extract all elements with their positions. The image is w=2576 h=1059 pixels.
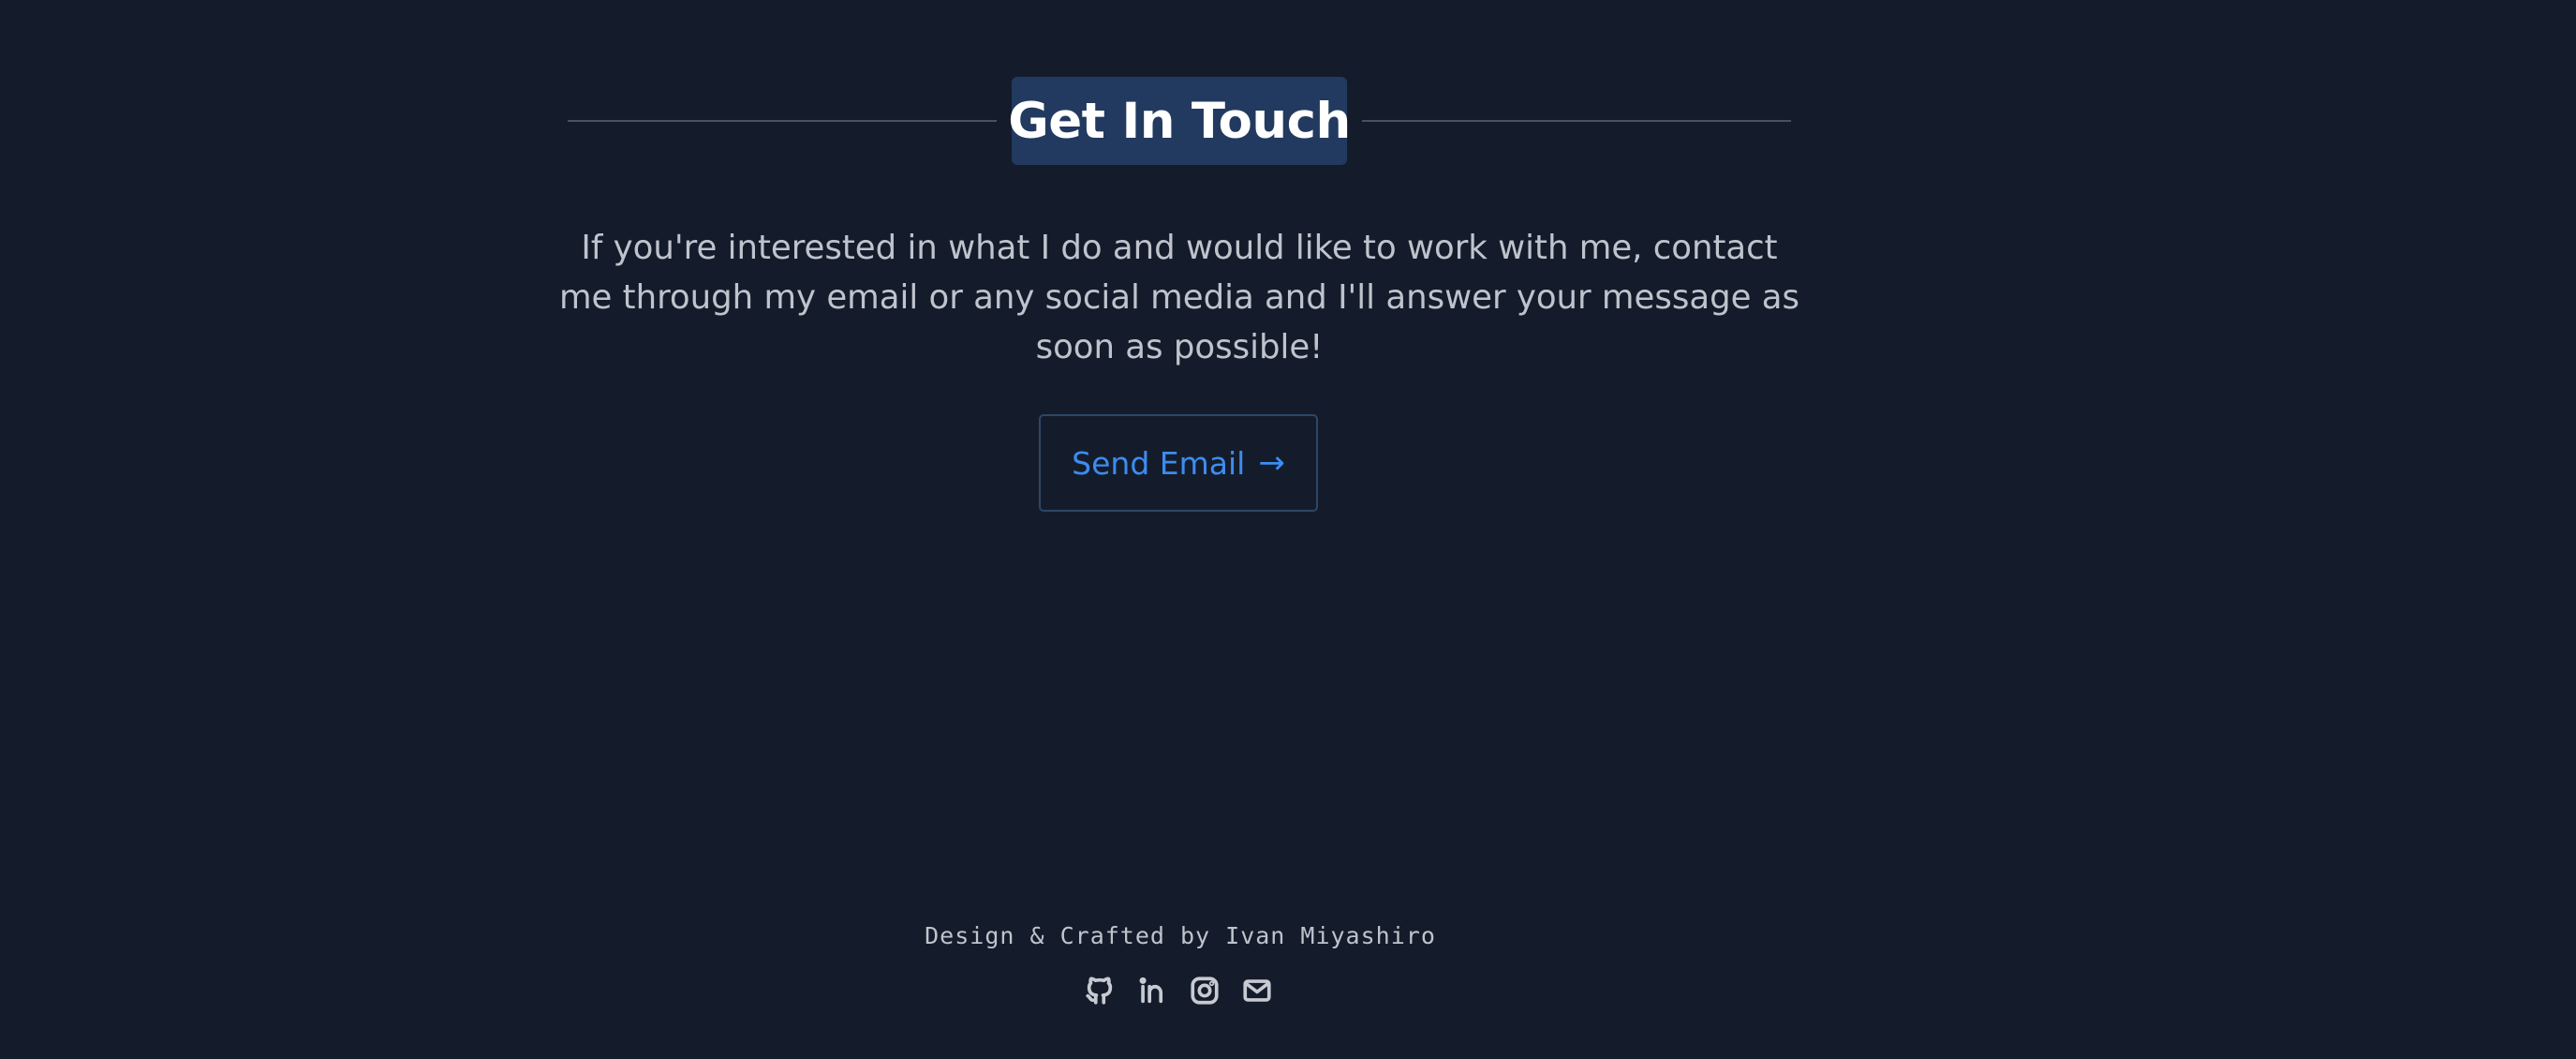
heading-divider-left: [568, 120, 997, 122]
heading-divider-right: [1362, 120, 1791, 122]
page-title: Get In Touch: [1008, 92, 1351, 150]
contact-heading: Get In Touch: [568, 77, 1791, 165]
send-email-button[interactable]: Send Email →: [1039, 414, 1318, 512]
mail-icon[interactable]: [1240, 974, 1274, 1007]
github-icon[interactable]: [1083, 974, 1117, 1007]
footer-credit: Design & Crafted by Ivan Miyashiro: [925, 922, 1436, 949]
contact-message: If you're interested in what I do and wo…: [558, 229, 1800, 366]
social-links: [1083, 974, 1274, 1007]
linkedin-icon[interactable]: [1135, 974, 1169, 1007]
contact-page: Get In Touch If you're interested in wha…: [0, 0, 2576, 1059]
arrow-right-icon: →: [1258, 444, 1285, 482]
title-badge: Get In Touch: [1008, 77, 1351, 165]
instagram-icon[interactable]: [1188, 974, 1221, 1007]
send-email-label: Send Email: [1072, 444, 1246, 482]
